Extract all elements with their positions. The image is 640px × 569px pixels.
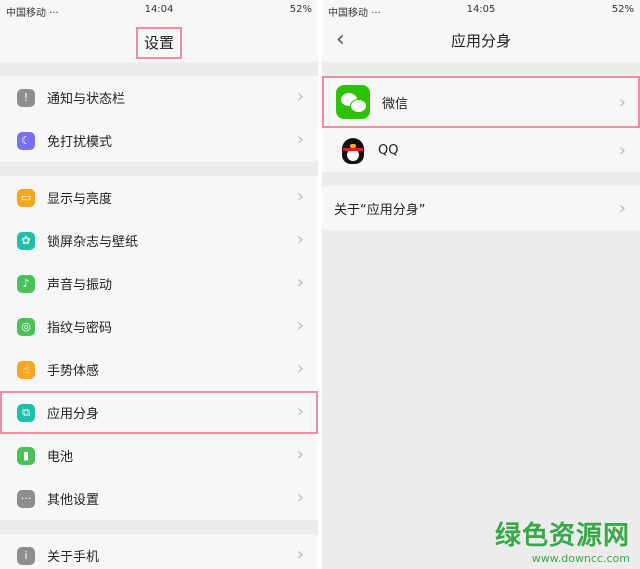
section-gap [0, 62, 318, 76]
settings-item[interactable]: ! 通知与状态栏 › [0, 76, 318, 119]
moon-icon: ☾ [17, 131, 35, 150]
settings-item[interactable]: ··· 其他设置 › [0, 477, 318, 520]
settings-item[interactable]: ◎ 指纹与密码 › [0, 305, 318, 348]
settings-item[interactable]: ▭ 显示与亮度 › [0, 176, 318, 219]
app-item-qq[interactable]: QQ › [322, 128, 640, 172]
chevron-right-icon: › [296, 229, 304, 250]
settings-item[interactable]: ⧉ 应用分身 › [0, 391, 318, 434]
sound-icon: ♪ [17, 274, 35, 293]
chevron-right-icon: › [296, 186, 304, 207]
settings-item-label: 声音与振动 [47, 278, 113, 293]
battery-percent: 52% [289, 4, 312, 15]
chevron-right-icon: › [296, 358, 304, 379]
settings-item-label: 免打扰模式 [47, 135, 113, 150]
settings-list: ! 通知与状态栏 › ☾ 免打扰模式 › ▭ 显示与亮度 › ✿ 锁屏杂志与壁纸 › ♪ 声音与振动 › ◎ 指… [0, 62, 318, 569]
chevron-right-icon: › [296, 129, 304, 150]
settings-group: ! 通知与状态栏 › ☾ 免打扰模式 › [0, 76, 318, 162]
notification-icon: ! [17, 88, 35, 107]
settings-item[interactable]: ♪ 声音与振动 › [0, 262, 318, 305]
settings-item[interactable]: ✿ 锁屏杂志与壁纸 › [0, 219, 318, 262]
chevron-right-icon: › [296, 444, 304, 465]
chevron-right-icon: › [618, 197, 626, 219]
settings-group: ▭ 显示与亮度 › ✿ 锁屏杂志与壁纸 › ♪ 声音与振动 › ◎ 指纹与密码 › ☝ 手势体感 › ⧉ 应用分… [0, 176, 318, 520]
settings-item[interactable]: ▮ 电池 › [0, 434, 318, 477]
info-icon: i [17, 546, 35, 565]
battery-percent: 52% [611, 4, 634, 15]
settings-item-label: 应用分身 [47, 407, 100, 422]
wallpaper-icon: ✿ [17, 231, 35, 250]
section-gap [322, 172, 640, 186]
fingerprint-icon: ◎ [17, 317, 35, 336]
chevron-right-icon: › [296, 315, 304, 336]
display-icon: ▭ [17, 188, 35, 207]
app-clone-screen: 中国移动 ··· 14:05 52% ‹ 应用分身 微信 › QQ › 关于“应… [322, 0, 640, 569]
chevron-right-icon: › [618, 139, 626, 161]
chevron-right-icon: › [296, 272, 304, 293]
chevron-right-icon: › [296, 86, 304, 107]
gesture-icon: ☝ [17, 360, 35, 379]
section-gap [322, 62, 640, 76]
chevron-right-icon: › [618, 91, 626, 113]
about-label: 关于“应用分身” [334, 202, 426, 218]
more-icon: ··· [17, 489, 35, 508]
settings-item[interactable]: i 关于手机 › [0, 534, 318, 569]
about-app-clone[interactable]: 关于“应用分身” › [322, 186, 640, 230]
settings-item-label: 锁屏杂志与壁纸 [47, 235, 139, 250]
clock: 14:04 [144, 4, 174, 15]
page-title: 应用分身 [450, 32, 511, 50]
settings-item-label: 电池 [47, 450, 74, 465]
chevron-right-icon: › [296, 401, 304, 422]
app-label: QQ [378, 142, 399, 158]
section-gap [0, 162, 318, 176]
watermark: 绿色资源网 www.downcc.com [495, 515, 630, 565]
qq-icon [340, 134, 366, 166]
clock: 14:05 [466, 4, 496, 15]
status-bar: 中国移动 ··· 14:05 52% [322, 0, 640, 20]
settings-item-label: 其他设置 [47, 493, 100, 508]
page-title: 设置 [135, 27, 182, 59]
settings-item[interactable]: ☾ 免打扰模式 › [0, 119, 318, 162]
title-bar: 设置 [0, 20, 318, 62]
status-bar: 中国移动 ··· 14:04 52% [0, 0, 318, 20]
settings-item[interactable]: ☝ 手势体感 › [0, 348, 318, 391]
settings-item-label: 显示与亮度 [47, 192, 113, 207]
settings-item-label: 通知与状态栏 [47, 92, 126, 107]
app-label: 微信 [382, 96, 409, 112]
settings-item-label: 指纹与密码 [47, 321, 113, 336]
settings-screen: 中国移动 ··· 14:04 52% 设置 ! 通知与状态栏 › ☾ 免打扰模式 › ▭ 显示… [0, 0, 318, 569]
settings-item-label: 关于手机 [47, 550, 100, 565]
watermark-title: 绿色资源网 [494, 521, 630, 551]
settings-item-label: 手势体感 [47, 364, 100, 379]
section-gap [0, 520, 318, 534]
wechat-icon [336, 85, 370, 119]
chevron-right-icon: › [296, 487, 304, 508]
title-bar: ‹ 应用分身 [322, 20, 640, 62]
watermark-url: www.downcc.com [531, 552, 630, 565]
battery-icon: ▮ [17, 446, 35, 465]
back-arrow-icon[interactable]: ‹ [336, 28, 345, 52]
chevron-right-icon: › [296, 544, 304, 565]
app-clone-icon: ⧉ [17, 403, 35, 422]
app-item-wechat[interactable]: 微信 › [322, 76, 640, 128]
settings-group: i 关于手机 › [0, 534, 318, 569]
